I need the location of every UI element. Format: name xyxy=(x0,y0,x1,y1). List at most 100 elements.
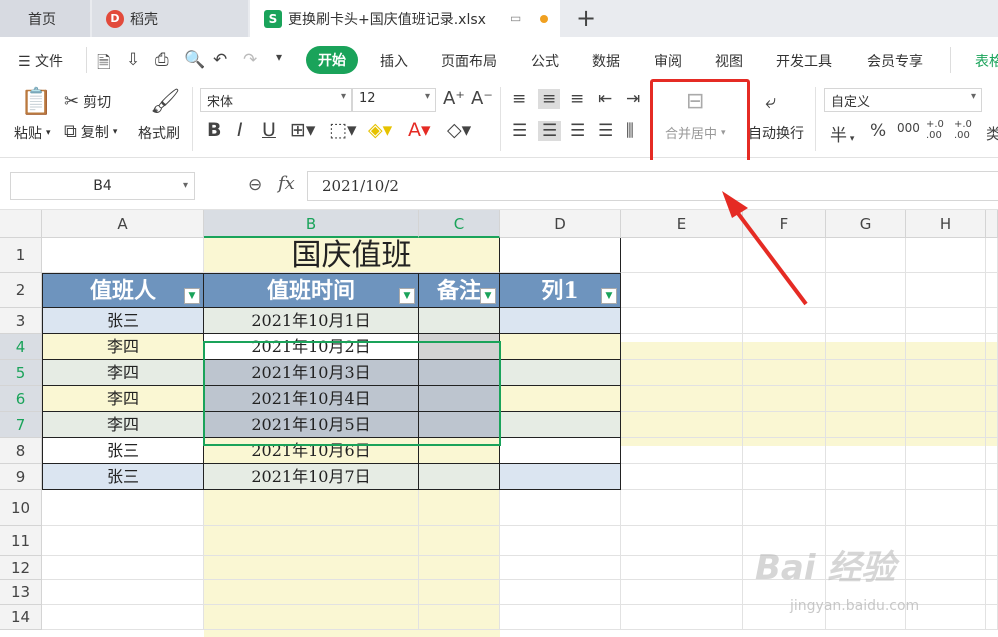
font-color-icon[interactable]: A▾ xyxy=(408,119,431,141)
filter-dropdown-icon[interactable]: ▼ xyxy=(184,288,200,304)
table-cell-note[interactable] xyxy=(419,412,500,438)
cell[interactable] xyxy=(826,412,906,438)
table-cell-person[interactable]: 李四 xyxy=(42,412,204,438)
table-header-1[interactable]: 值班人 ▼ xyxy=(42,273,204,308)
table-cell-note[interactable] xyxy=(419,308,500,334)
thousands-button[interactable]: 000 xyxy=(897,121,920,135)
menu-developer[interactable]: 开发工具 xyxy=(776,51,832,71)
row-header-10[interactable]: 10 xyxy=(0,490,42,526)
table-cell-col1[interactable] xyxy=(500,308,621,334)
cell[interactable] xyxy=(419,526,500,556)
cell[interactable] xyxy=(42,605,204,630)
cell[interactable] xyxy=(500,580,621,605)
cell[interactable] xyxy=(621,238,743,273)
increase-indent-icon[interactable]: ⇥ xyxy=(626,89,640,109)
cell-a1[interactable] xyxy=(42,238,204,273)
cell[interactable] xyxy=(500,490,621,526)
font-size-select[interactable]: 12 ▾ xyxy=(352,88,436,112)
align-middle-icon[interactable]: ≡ xyxy=(538,89,561,109)
column-header-g[interactable]: G xyxy=(826,210,906,238)
justify-icon[interactable]: ☰ xyxy=(598,121,613,141)
menu-formulas[interactable]: 公式 xyxy=(531,51,559,71)
cell[interactable] xyxy=(986,556,998,580)
screen-icon[interactable]: ▭ xyxy=(510,11,521,25)
cell[interactable] xyxy=(986,412,998,438)
cell[interactable] xyxy=(743,334,826,360)
row-header-2[interactable]: 2 xyxy=(0,273,42,308)
table-cell-date[interactable]: 2021年10月7日 xyxy=(204,464,419,490)
cell[interactable] xyxy=(986,360,998,386)
cell[interactable] xyxy=(906,464,986,490)
row-header-6[interactable]: 6 xyxy=(0,386,42,412)
cell[interactable] xyxy=(500,605,621,630)
menu-data[interactable]: 数据 xyxy=(592,51,620,71)
cell[interactable] xyxy=(906,334,986,360)
row-header-14[interactable]: 14 xyxy=(0,605,42,630)
cell[interactable] xyxy=(743,360,826,386)
format-painter-icon[interactable]: 🖌 xyxy=(150,87,180,115)
cell[interactable] xyxy=(204,556,419,580)
wrap-text-icon[interactable]: ⤶ xyxy=(765,89,776,113)
cell[interactable] xyxy=(621,438,743,464)
cell[interactable] xyxy=(826,334,906,360)
clear-format-icon[interactable]: ◇▾ xyxy=(447,119,471,141)
decrease-indent-icon[interactable]: ⇤ xyxy=(598,89,612,109)
cell[interactable] xyxy=(621,490,743,526)
filter-dropdown-icon[interactable]: ▼ xyxy=(480,288,496,304)
cell[interactable] xyxy=(743,308,826,334)
row-header-4[interactable]: 4 xyxy=(0,334,42,360)
file-menu[interactable]: ☰ 文件 xyxy=(18,51,63,71)
filter-dropdown-icon[interactable]: ▼ xyxy=(399,288,415,304)
table-cell-person[interactable]: 李四 xyxy=(42,386,204,412)
table-cell-col1[interactable] xyxy=(500,464,621,490)
align-top-icon[interactable]: ≡ xyxy=(512,89,526,109)
cell[interactable] xyxy=(826,308,906,334)
cell[interactable] xyxy=(621,273,743,308)
print-icon[interactable]: ⎙ xyxy=(155,50,169,70)
cell[interactable] xyxy=(906,360,986,386)
cell[interactable] xyxy=(906,438,986,464)
cell[interactable] xyxy=(986,438,998,464)
table-cell-date[interactable]: 2021年10月3日 xyxy=(204,360,419,386)
cell[interactable] xyxy=(826,386,906,412)
cell[interactable] xyxy=(621,360,743,386)
name-box[interactable]: B4 ▾ xyxy=(10,172,195,200)
number-format-select[interactable]: 自定义 ▾ xyxy=(824,88,982,112)
cell[interactable] xyxy=(906,490,986,526)
column-header-a[interactable]: A xyxy=(42,210,204,238)
cut-button[interactable]: ✂ 剪切 xyxy=(64,91,111,112)
table-cell-date[interactable]: 2021年10月6日 xyxy=(204,438,419,464)
quick-access-dropdown-icon[interactable]: ▾ xyxy=(276,50,282,64)
decrease-decimal-button[interactable]: +.0 .00 xyxy=(954,119,976,141)
table-cell-col1[interactable] xyxy=(500,412,621,438)
bold-icon[interactable]: B xyxy=(207,119,221,141)
column-header-b[interactable]: B xyxy=(204,210,419,238)
cell[interactable] xyxy=(826,273,906,308)
wrap-text-button[interactable]: 自动换行 xyxy=(748,123,804,143)
column-header-e[interactable]: E xyxy=(621,210,743,238)
table-cell-person[interactable]: 张三 xyxy=(42,438,204,464)
column-header-c[interactable]: C xyxy=(419,210,500,238)
table-cell-col1[interactable] xyxy=(500,386,621,412)
cell[interactable] xyxy=(621,580,743,605)
cell[interactable] xyxy=(743,273,826,308)
table-cell-col1[interactable] xyxy=(500,334,621,360)
table-cell-note[interactable] xyxy=(419,464,500,490)
table-cell-date[interactable]: 2021年10月5日 xyxy=(204,412,419,438)
cell[interactable] xyxy=(826,238,906,273)
cell-style-icon[interactable]: ⬚▾ xyxy=(329,119,357,141)
cell[interactable] xyxy=(204,490,419,526)
align-center-icon[interactable]: ☰ xyxy=(538,121,562,141)
table-cell-col1[interactable] xyxy=(500,438,621,464)
cell[interactable] xyxy=(986,526,998,556)
redo-icon[interactable]: ↷ xyxy=(243,50,257,70)
cell[interactable] xyxy=(906,556,986,580)
table-header-4[interactable]: 列1 ▼ xyxy=(500,273,621,308)
cell[interactable] xyxy=(621,526,743,556)
column-header-h[interactable]: H xyxy=(906,210,986,238)
table-header-2[interactable]: 值班时间 ▼ xyxy=(204,273,419,308)
cell[interactable] xyxy=(743,490,826,526)
cell[interactable] xyxy=(743,464,826,490)
table-cell-note[interactable] xyxy=(419,386,500,412)
select-all-corner[interactable] xyxy=(0,210,42,238)
